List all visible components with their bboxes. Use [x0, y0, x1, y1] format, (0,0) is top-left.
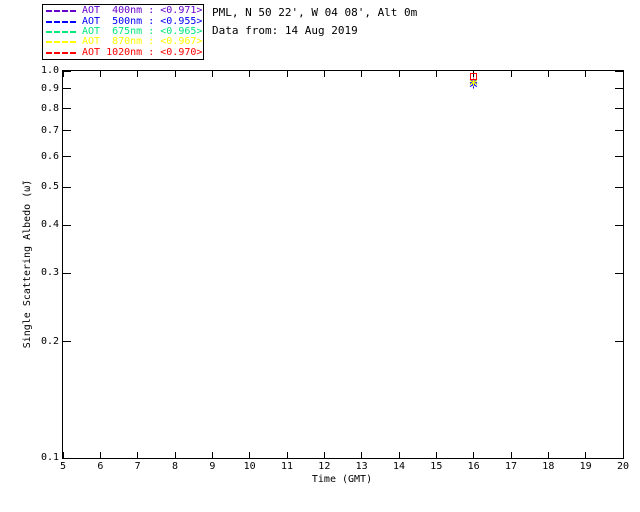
- y-tick-label: 0.5: [40, 181, 59, 193]
- data-marker-square-1020nm: [470, 72, 478, 80]
- x-tick-label: 13: [355, 461, 368, 472]
- x-tick-label: 6: [97, 461, 104, 472]
- legend-item-1020nm: AOT 1020nm : <0.970>: [46, 46, 203, 58]
- x-axis-top-tick: [547, 71, 549, 77]
- y-axis-right-tick: [615, 224, 623, 226]
- y-axis-tick: [63, 70, 71, 72]
- x-tick-label: 7: [134, 461, 141, 472]
- x-axis-top-tick: [510, 71, 512, 77]
- x-axis-tick: [361, 452, 363, 458]
- x-axis-top-tick: [622, 71, 624, 77]
- plot-area: 5 6 7 8 9 10 11 12 13 14 15 16 17 18 19 20 1.0 0.9 0.8 0.7 0…: [41, 65, 629, 472]
- x-axis-tick: [137, 452, 139, 458]
- y-axis-right-tick: [615, 88, 623, 90]
- x-axis-label: Time (GMT): [311, 474, 373, 485]
- x-tick-label: 16: [467, 461, 480, 472]
- legend-item-870nm: AOT 870nm : <0.967>: [46, 36, 203, 48]
- x-axis-tick: [473, 452, 475, 458]
- x-tick-label: 10: [243, 461, 256, 472]
- y-axis-right-tick: [615, 341, 623, 342]
- x-axis-tick: [174, 452, 176, 458]
- y-axis-right-tick: [615, 70, 623, 72]
- y-tick-label: 0.2: [40, 335, 59, 347]
- y-axis-tick: [63, 130, 71, 132]
- y-axis-tick: [63, 156, 71, 158]
- station-title: PML, N 50 22', W 04 08', Alt 0m: [212, 6, 418, 19]
- y-axis-tick: [63, 341, 71, 342]
- x-axis-tick: [99, 452, 101, 458]
- y-axis-right-tick: [615, 272, 623, 274]
- aeronet-ssa-plot-page: AOT 400nm : <0.971> AOT 500nm : <0.955> …: [0, 0, 640, 512]
- x-axis-tick: [398, 452, 400, 458]
- dashed-line-sample-icon: [46, 30, 76, 33]
- y-axis-right-tick: [615, 186, 623, 188]
- x-axis-tick: [435, 452, 437, 458]
- legend: AOT 400nm : <0.971> AOT 500nm : <0.955> …: [42, 4, 204, 60]
- x-tick-label: 17: [504, 461, 518, 472]
- y-axis-tick: [63, 186, 71, 188]
- y-tick-label: 1.0: [40, 65, 59, 76]
- y-axis-right-tick: [615, 156, 623, 158]
- x-tick-label: 19: [579, 461, 592, 472]
- legend-item-400nm: AOT 400nm : <0.971>: [46, 5, 203, 17]
- x-tick-label: 11: [280, 461, 294, 472]
- legend-item-label: AOT 1020nm : <0.970>: [82, 46, 203, 58]
- x-axis-top-tick: [323, 71, 325, 77]
- x-tick-label: 15: [430, 461, 443, 472]
- x-axis-top-tick: [99, 71, 101, 77]
- x-axis-top-tick: [174, 71, 176, 77]
- y-tick-label: 0.4: [40, 219, 59, 230]
- legend-item-label: AOT 870nm : <0.967>: [82, 36, 203, 48]
- y-tick-label: 0.7: [40, 124, 59, 136]
- y-tick-label: 0.3: [40, 267, 59, 279]
- x-axis-tick: [286, 452, 288, 458]
- x-axis-tick: [547, 452, 549, 458]
- y-axis-right-tick: [615, 457, 623, 459]
- y-axis-label: Single Scattering Albedo (ω̃): [22, 179, 33, 349]
- dashed-line-sample-icon: [46, 41, 76, 44]
- y-axis-right-tick: [615, 108, 623, 109]
- x-tick-label: 14: [392, 461, 406, 472]
- x-axis-top-tick: [286, 71, 288, 77]
- y-axis-right-tick: [615, 130, 623, 132]
- x-tick-label: 20: [616, 461, 630, 472]
- x-axis-top-tick: [137, 71, 139, 77]
- x-axis-top-tick: [435, 71, 437, 77]
- legend-item-label: AOT 400nm : <0.971>: [82, 5, 203, 17]
- dashed-line-sample-icon: [46, 20, 76, 23]
- x-tick-label: 9: [209, 461, 216, 472]
- x-axis-tick: [323, 452, 325, 458]
- x-axis-tick: [211, 452, 213, 458]
- x-axis-tick: [249, 452, 251, 458]
- y-axis-tick: [63, 224, 71, 226]
- y-axis-tick: [63, 108, 71, 109]
- dashed-line-sample-icon: [46, 10, 76, 13]
- y-axis-tick: [63, 88, 71, 90]
- x-axis-tick: [585, 452, 587, 458]
- x-axis-top-tick: [398, 71, 400, 77]
- y-tick-label: 0.1: [40, 452, 59, 463]
- data-date-subtitle: Data from: 14 Aug 2019: [212, 24, 358, 37]
- x-axis-top-tick: [211, 71, 213, 77]
- y-tick-label: 0.8: [40, 102, 59, 114]
- x-axis-top-tick: [249, 71, 251, 77]
- y-axis-tick: [63, 272, 71, 274]
- y-tick-label: 0.6: [40, 150, 59, 162]
- x-axis-tick: [510, 452, 512, 458]
- y-axis-tick: [63, 457, 71, 459]
- y-tick-label: 0.9: [40, 82, 59, 94]
- x-axis-top-tick: [62, 71, 64, 77]
- x-axis-top-tick: [361, 71, 363, 77]
- x-tick-label: 18: [542, 461, 555, 472]
- dashed-line-sample-icon: [46, 51, 76, 54]
- x-tick-label: 8: [171, 461, 179, 472]
- x-axis-top-tick: [585, 71, 587, 77]
- x-tick-label: 12: [318, 461, 331, 472]
